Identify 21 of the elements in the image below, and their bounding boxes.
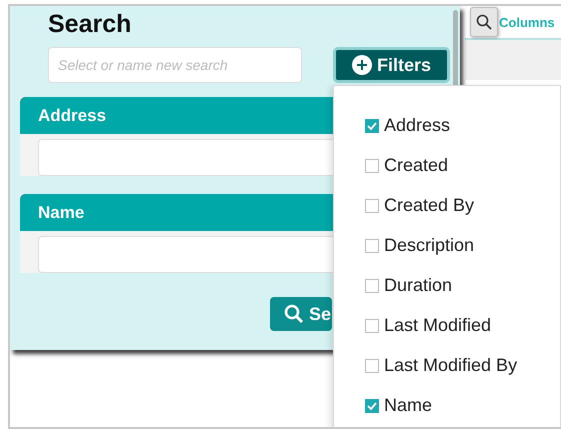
filter-option[interactable]: Last Modified By: [365, 345, 560, 385]
checkbox[interactable]: [365, 279, 379, 293]
checkbox[interactable]: [365, 159, 379, 173]
search-icon: [284, 304, 304, 324]
filter-option[interactable]: Created: [365, 145, 560, 185]
checkbox[interactable]: [365, 359, 379, 373]
filter-option[interactable]: Duration: [365, 265, 560, 305]
panel-title: Search: [48, 10, 132, 39]
checkbox[interactable]: [365, 399, 379, 413]
search-button[interactable]: [470, 7, 498, 37]
filter-option[interactable]: Last Modified: [365, 305, 560, 345]
checkbox[interactable]: [365, 199, 379, 213]
plus-circle-icon: [352, 55, 372, 75]
search-icon: [476, 14, 492, 30]
checkbox[interactable]: [365, 239, 379, 253]
filters-button[interactable]: Filters: [332, 47, 450, 83]
filter-option[interactable]: Name: [365, 385, 560, 425]
checkbox[interactable]: [365, 119, 379, 133]
search-name-field[interactable]: Select or name new search: [48, 47, 302, 83]
checkbox[interactable]: [365, 319, 379, 333]
search-button[interactable]: Se: [270, 297, 332, 331]
